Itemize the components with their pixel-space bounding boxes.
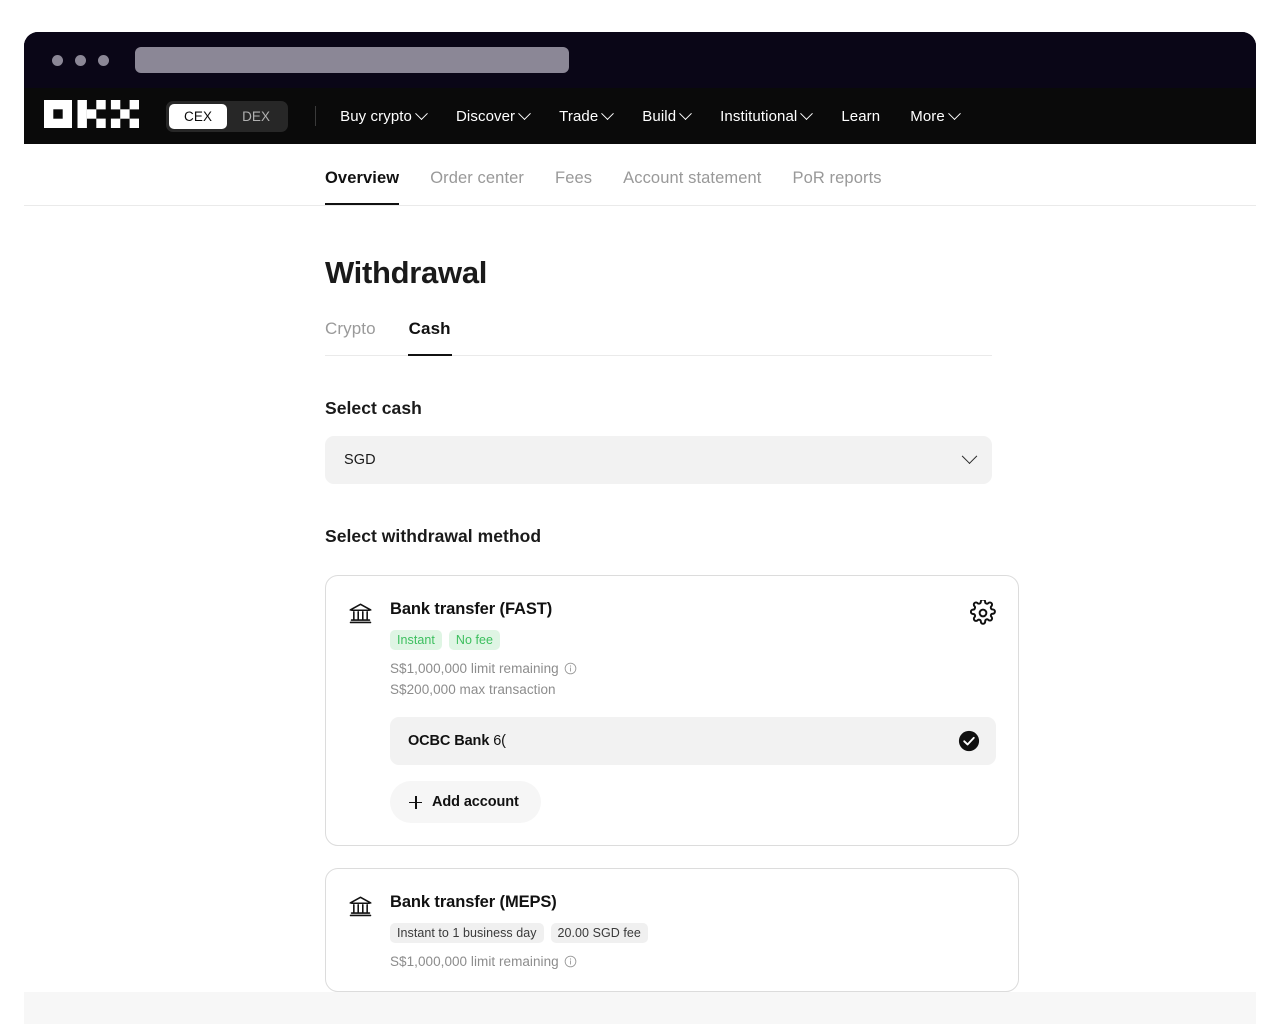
limit-remaining-line: S$1,000,000 limit remaining [390,661,996,676]
maximize-icon[interactable] [98,55,109,66]
nav-divider [315,106,316,126]
withdrawal-method-card-fast[interactable]: Bank transfer (FAST) Instant No fee S$1,… [325,575,1019,846]
nav-label: Learn [841,108,880,125]
main-content: Withdrawal Crypto Cash Select cash SGD S… [24,255,1256,992]
method-name: Bank transfer (FAST) [390,600,996,619]
limit-remaining-text: S$1,000,000 limit remaining [390,954,559,969]
badge-fee: 20.00 SGD fee [551,923,648,943]
badge-no-fee: No fee [449,630,500,650]
check-circle-icon [958,730,980,752]
nav-label: Institutional [720,108,797,125]
subnav-item-overview[interactable]: Overview [325,169,399,205]
page-content: Overview Order center Fees Account state… [24,144,1256,992]
badge-duration: Instant to 1 business day [390,923,544,943]
okx-logo-icon[interactable] [44,100,139,133]
withdrawal-method-card-meps[interactable]: Bank transfer (MEPS) Instant to 1 busine… [325,868,1019,992]
subnav-item-por-reports[interactable]: PoR reports [792,169,881,205]
browser-titlebar [24,32,1256,88]
site-header: CEX DEX Buy crypto Discover Trade Build [24,88,1256,144]
nav-label: Build [642,108,676,125]
bank-account-bank: OCBC Bank [408,733,489,749]
method-badges: Instant No fee [390,630,996,650]
chevron-down-icon [415,107,428,120]
select-withdrawal-method-label: Select withdrawal method [325,526,1256,547]
add-account-button[interactable]: Add account [390,781,541,823]
nav-label: Trade [559,108,598,125]
account-subnav: Overview Order center Fees Account state… [24,144,1256,206]
max-transaction-line: S$200,000 max transaction [390,682,996,697]
currency-select-value: SGD [344,452,376,468]
method-body: Bank transfer (MEPS) Instant to 1 busine… [390,893,996,969]
close-icon[interactable] [52,55,63,66]
tab-cash[interactable]: Cash [409,319,451,355]
info-icon[interactable] [564,662,577,675]
chevron-down-icon [962,448,978,464]
info-icon[interactable] [564,955,577,968]
tab-crypto[interactable]: Crypto [325,319,376,355]
nav-item-trade[interactable]: Trade [544,108,627,125]
nav-item-learn[interactable]: Learn [826,108,895,125]
method-header: Bank transfer (MEPS) Instant to 1 busine… [348,893,996,969]
nav-label: Discover [456,108,515,125]
toggle-option-dex[interactable]: DEX [227,104,285,129]
bank-account-number: 6( [489,733,506,749]
nav-item-more[interactable]: More [895,108,974,125]
method-body: Bank transfer (FAST) Instant No fee S$1,… [390,600,996,823]
select-cash-label: Select cash [325,398,1256,419]
nav-item-build[interactable]: Build [627,108,705,125]
nav-item-institutional[interactable]: Institutional [705,108,826,125]
chevron-down-icon [679,107,692,120]
limit-remaining-text: S$1,000,000 limit remaining [390,661,559,676]
bank-icon [348,894,373,924]
withdrawal-type-tabs: Crypto Cash [325,319,992,356]
cex-dex-toggle[interactable]: CEX DEX [166,101,288,132]
subnav-item-account-statement[interactable]: Account statement [623,169,761,205]
page-title: Withdrawal [325,255,1256,291]
bank-account-row[interactable]: OCBC Bank 6( [390,717,996,765]
chevron-down-icon [518,107,531,120]
toggle-option-cex[interactable]: CEX [169,104,227,129]
nav-item-discover[interactable]: Discover [441,108,544,125]
browser-window: CEX DEX Buy crypto Discover Trade Build [24,32,1256,992]
currency-select[interactable]: SGD [325,436,992,484]
page-bottom-strip [24,992,1256,1024]
minimize-icon[interactable] [75,55,86,66]
max-transaction-text: S$200,000 max transaction [390,682,556,697]
chevron-down-icon [601,107,614,120]
add-account-label: Add account [432,794,519,810]
plus-icon [409,796,422,809]
method-name: Bank transfer (MEPS) [390,893,996,912]
nav-label: Buy crypto [340,108,412,125]
limit-remaining-line: S$1,000,000 limit remaining [390,954,996,969]
address-bar[interactable] [135,47,569,73]
subnav-item-fees[interactable]: Fees [555,169,592,205]
method-badges: Instant to 1 business day 20.00 SGD fee [390,923,996,943]
window-controls[interactable] [52,55,109,66]
nav-label: More [910,108,945,125]
bank-account-label: OCBC Bank 6( [408,733,506,749]
gear-icon[interactable] [970,600,996,626]
bank-icon [348,601,373,631]
chevron-down-icon [800,107,813,120]
method-header: Bank transfer (FAST) Instant No fee S$1,… [348,600,996,823]
primary-nav: Buy crypto Discover Trade Build Institut… [340,108,974,125]
nav-item-buy-crypto[interactable]: Buy crypto [340,108,441,125]
chevron-down-icon [948,107,961,120]
badge-instant: Instant [390,630,442,650]
subnav-item-order-center[interactable]: Order center [430,169,524,205]
